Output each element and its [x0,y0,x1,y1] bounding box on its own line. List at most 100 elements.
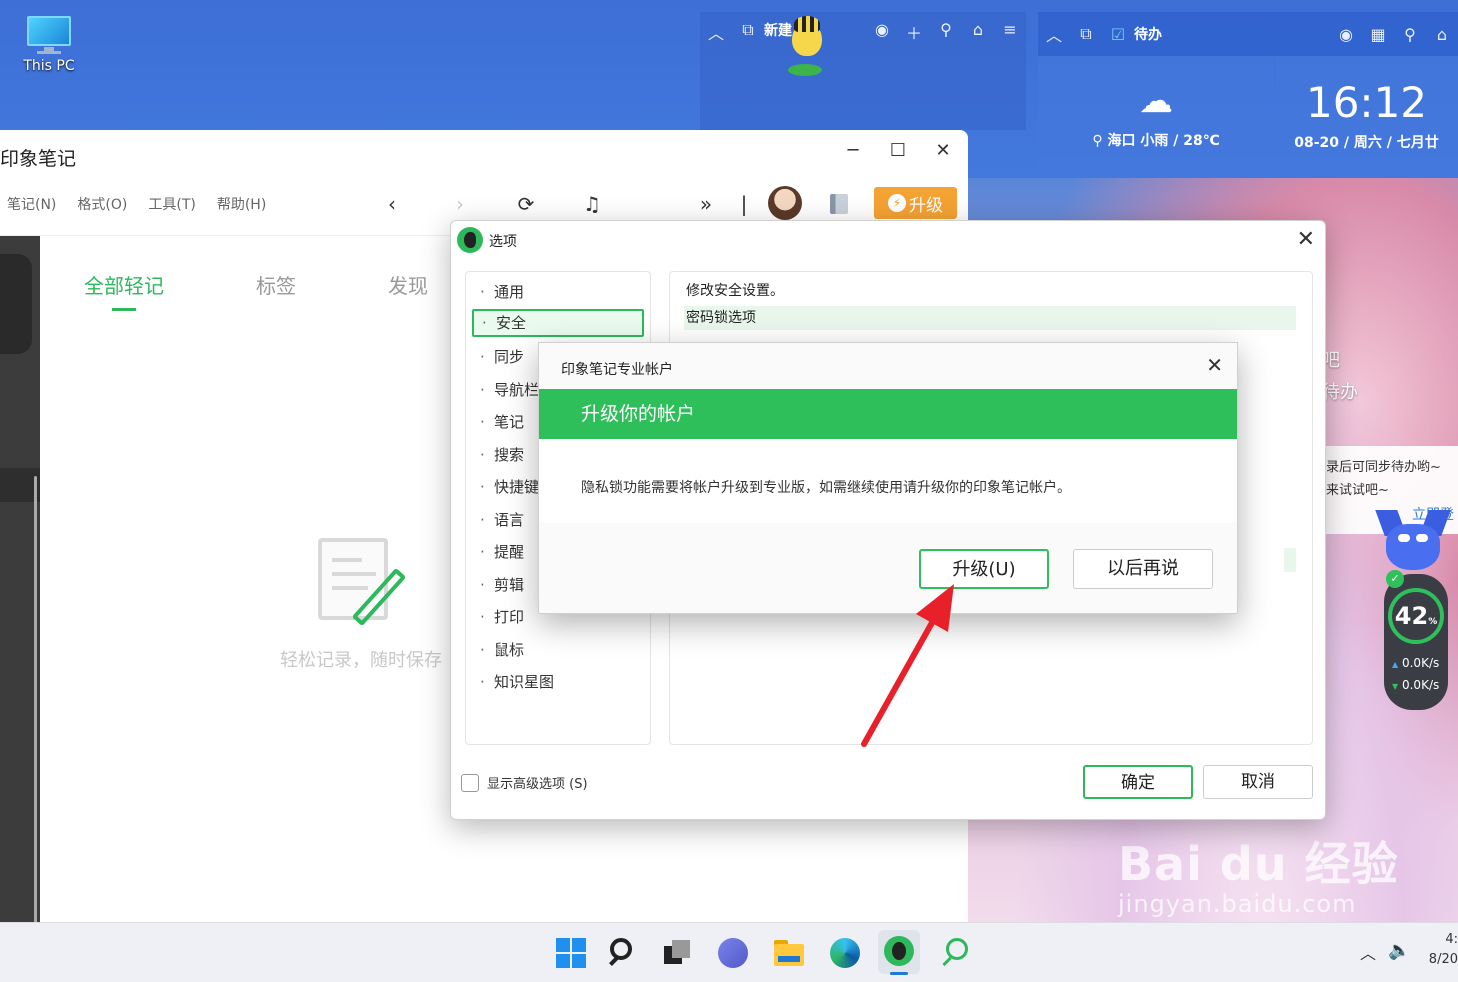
upgrade-dialog-body: 隐私锁功能需要将帐户升级到专业版，如需继续使用请升级你的印象笔记帐户。 [539,439,1237,523]
tab-all-notes[interactable]: 全部轻记 [84,270,164,311]
upgrade-button[interactable]: ⚡ 升级 [874,187,957,219]
upgrade-message: 隐私锁功能需要将帐户升级到专业版，如需继续使用请升级你的印象笔记帐户。 [581,480,1071,496]
close-icon[interactable]: ✕ [928,140,958,161]
ok-button[interactable]: 确定 [1083,765,1193,799]
search-icon[interactable]: ⚲ [1394,25,1426,44]
download-speed: 0.0K/s [1401,678,1440,692]
plus-icon[interactable]: ＋ [898,20,930,44]
window-icon[interactable]: ⧉ [1070,24,1102,44]
sidebar-scrollbar[interactable] [34,476,37,922]
options-item-knowledge-map[interactable]: 知识星图 [472,668,644,696]
bell-icon[interactable]: ♫ [578,192,606,216]
maximize-icon[interactable]: ☐ [883,140,913,161]
menu-format[interactable]: 格式(O) [77,194,127,216]
sync-line-1: 录后可同步待办哟~ [1326,460,1441,475]
taskbar [0,922,1458,982]
menu-tools[interactable]: 工具(T) [148,194,195,216]
widget-panel-todo: ︿ ⧉ ☑ 待办 ◉ ▦ ⚲ ⌂ [1038,12,1458,56]
tray-date: 8/20 [1428,952,1458,967]
shirt-icon[interactable]: ⌂ [962,20,994,39]
user-icon[interactable]: ◉ [1330,25,1362,44]
sidebar-block[interactable] [0,254,32,354]
widget-panel-notes: ︿ ⧉ 新建 ◉ ＋ ⚲ ⌂ ≡ [700,12,1026,130]
tab-tags[interactable]: 标签 [256,270,296,299]
user-icon[interactable]: ◉ [866,20,898,39]
show-advanced-checkbox[interactable] [461,773,479,792]
download-icon: ▼ [1392,682,1399,691]
search-icon[interactable] [606,936,640,970]
options-item-security[interactable]: 安全 [472,309,644,337]
network-speed-widget[interactable]: ✓ 42% ▲ 0.0K/s ▼ 0.0K/s [1384,570,1448,710]
edge-browser-icon[interactable] [828,936,862,970]
speed-percent: 42 [1394,602,1429,630]
notebook-icon[interactable] [830,194,848,214]
upgrade-button-label: 升级 [909,195,943,216]
checkbox-icon: ☑ [1110,24,1126,44]
evernote-taskbar-icon[interactable] [878,930,920,975]
forward-arrow-icon[interactable]: › [446,192,474,216]
todo-text-2: 待办 [1322,382,1358,403]
weather-text: 海口 小雨 / 28℃ [1107,133,1220,149]
upload-icon: ▲ [1392,660,1399,669]
clock-date: 08-20 / 周六 / 七月廿 [1294,135,1439,151]
upgrade-dialog-title: 印象笔记专业帐户 [561,362,673,378]
back-arrow-icon[interactable]: ‹ [378,192,406,216]
check-icon: ✓ [1386,570,1404,588]
menu-help[interactable]: 帮助(H) [217,194,266,216]
menu-notes[interactable]: 笔记(N) [7,194,56,216]
show-advanced-option[interactable]: 显示高级选项 (S) [461,773,588,792]
options-item-general[interactable]: 通用 [472,278,644,306]
window-icon[interactable]: ⧉ [732,20,764,40]
empty-note-illustration-icon [296,534,436,627]
menu-icon[interactable]: ≡ [994,20,1026,39]
options-group-stripe [1284,548,1296,572]
teams-chat-icon[interactable] [716,936,750,970]
green-search-app-icon[interactable] [938,936,972,970]
rain-cloud-icon: ☁ [1139,81,1173,121]
calendar-icon[interactable]: ▦ [1362,25,1394,44]
upgrade-confirm-button[interactable]: 升级(U) [919,549,1049,589]
later-button[interactable]: 以后再说 [1073,549,1213,589]
sync-line-2: 来试试吧~ [1326,483,1389,498]
speed-percent-unit: % [1428,617,1438,627]
upgrade-account-dialog: 印象笔记专业帐户 ✕ 升级你的帐户 隐私锁功能需要将帐户升级到专业版，如需继续使… [538,342,1238,614]
collapse-icon[interactable]: ︿ [700,20,732,44]
search-icon[interactable]: ⚲ [930,20,962,39]
minimize-icon[interactable]: ─ [838,140,868,161]
avatar[interactable] [768,186,802,220]
tray-clock[interactable]: 4: 8/20 [1428,930,1458,970]
collapse-icon[interactable]: ︿ [1038,22,1070,46]
close-icon[interactable]: ✕ [1297,227,1315,252]
computer-icon [25,14,73,54]
bee-mascot-icon [788,12,828,82]
menu-bar: 笔记(N) 格式(O) 工具(T) 帮助(H) [0,194,280,216]
tray-chevron-up-icon[interactable]: ︿ [1360,940,1376,964]
evernote-logo-icon [457,227,483,253]
cancel-button[interactable]: 取消 [1203,765,1313,799]
task-view-icon[interactable] [660,936,694,970]
password-lock-group: 密码锁选项 [684,306,1296,330]
tray-time: 4: [1445,932,1458,947]
clock-time: 16:12 [1305,78,1428,127]
start-menu-icon[interactable] [554,936,588,970]
more-icon[interactable]: » [692,192,720,216]
toolbar-divider: | [740,192,748,216]
empty-state-text: 轻松记录，随时保存 [280,650,442,671]
upgrade-banner: 升级你的帐户 [539,389,1237,439]
file-explorer-icon[interactable] [772,936,806,970]
options-item-mouse[interactable]: 鼠标 [472,636,644,664]
desktop-icon-label: This PC [23,58,75,74]
tab-discover[interactable]: 发现 [388,270,428,299]
sync-icon[interactable]: ⟳ [512,192,540,216]
lightning-icon: ⚡ [888,194,906,212]
watermark-url: jingyan.baidu.com [1118,890,1357,918]
robot-mascot-icon [1375,510,1451,576]
widget-right-title: 待办 [1134,27,1162,43]
shirt-icon[interactable]: ⌂ [1426,25,1458,44]
sidebar-rail [0,236,40,922]
volume-icon[interactable]: 🔈 [1388,940,1410,961]
desktop-icon-this-pc[interactable]: This PC [14,14,84,74]
security-heading: 修改安全设置。 [686,283,784,299]
weather-widget[interactable]: ☁ ⚲ 海口 小雨 / 28℃ [1038,56,1274,178]
close-icon[interactable]: ✕ [1206,353,1223,377]
